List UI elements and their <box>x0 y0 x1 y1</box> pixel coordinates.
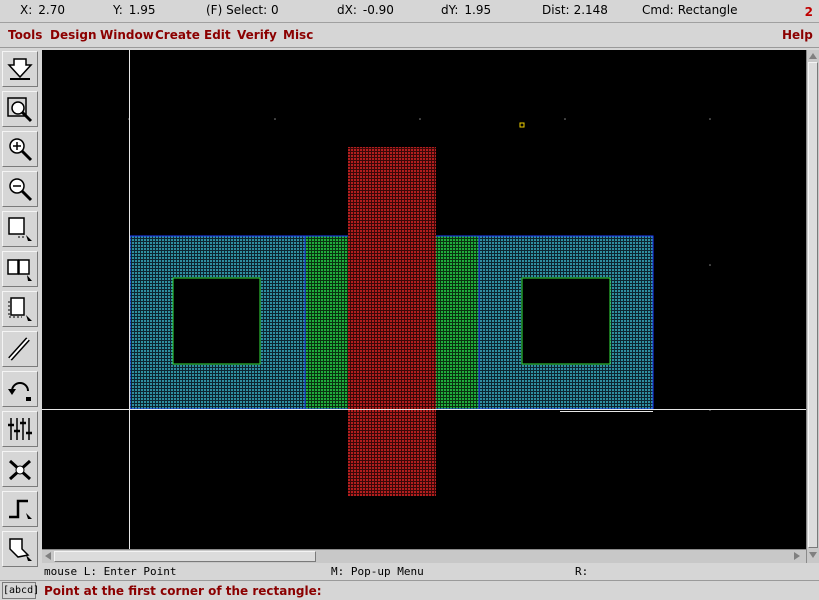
zoom-out-button[interactable] <box>2 171 38 207</box>
x-coordinate: X: 2.70 <box>20 3 65 17</box>
window-number: 2 <box>804 5 813 19</box>
vertical-scroll-thumb[interactable] <box>808 62 818 548</box>
path-icon <box>8 337 30 361</box>
menu-tools[interactable]: Tools <box>8 28 42 42</box>
mouse-middle-hint: M: Pop-up Menu <box>331 565 424 578</box>
instance-button[interactable] <box>2 451 38 487</box>
menu-create[interactable]: Create <box>155 28 200 42</box>
delta-x: dX: -0.90 <box>337 3 394 17</box>
menu-design[interactable]: Design <box>50 28 97 42</box>
scroll-right-icon[interactable] <box>794 552 800 560</box>
menu-edit[interactable]: Edit <box>204 28 231 42</box>
move-button[interactable] <box>2 291 38 327</box>
zoom-out-icon <box>9 178 33 202</box>
path-button[interactable] <box>2 331 38 367</box>
horizontal-scrollbar[interactable] <box>42 549 806 563</box>
menu-window[interactable]: Window <box>100 28 154 42</box>
wire-button[interactable] <box>2 491 38 527</box>
contact-left <box>172 277 261 365</box>
menu-misc[interactable]: Misc <box>283 28 313 42</box>
wire-icon <box>9 499 32 519</box>
scroll-up-icon[interactable] <box>809 53 817 59</box>
copy-icon <box>7 259 32 281</box>
distance: Dist: 2.148 <box>542 3 608 17</box>
poly-gate <box>348 147 436 496</box>
horizontal-scroll-thumb[interactable] <box>54 551 316 562</box>
zoom-in-button[interactable] <box>2 131 38 167</box>
zoom-fit-button[interactable] <box>2 91 38 127</box>
polygon-button[interactable] <box>2 531 38 567</box>
undo-icon <box>8 382 31 401</box>
tool-palette <box>0 49 40 600</box>
status-bar: X: 2.70 Y: 1.95 (F) Select: 0 dX: -0.90 dY:… <box>0 0 819 23</box>
stretch-icon <box>8 217 32 241</box>
current-command: Cmd: Rectangle <box>642 3 738 17</box>
save-icon <box>7 58 33 80</box>
menu-verify[interactable]: Verify <box>237 28 277 42</box>
layout-canvas[interactable] <box>42 50 806 549</box>
scroll-down-icon[interactable] <box>809 552 817 558</box>
zoom-in-icon <box>9 138 33 162</box>
mouse-bindings: mouse L: Enter Point M: Pop-up Menu R: <box>42 563 819 580</box>
zoom-fit-icon <box>7 97 33 123</box>
copy-button[interactable] <box>2 251 38 287</box>
select-count: (F) Select: 0 <box>206 3 279 17</box>
polygon-icon <box>9 538 32 561</box>
stretch-button[interactable] <box>2 211 38 247</box>
scroll-left-icon[interactable] <box>45 552 51 560</box>
instance-icon <box>8 459 32 481</box>
property-icon <box>8 418 32 440</box>
command-prompt: Point at the first corner of the rectang… <box>44 584 322 598</box>
text-entry-button[interactable]: [abcd] <box>2 582 39 599</box>
y-coordinate: Y: 1.95 <box>113 3 156 17</box>
menu-help[interactable]: Help <box>782 28 813 42</box>
mouse-right-hint: R: <box>575 565 589 578</box>
move-icon <box>8 297 32 321</box>
menu-bar: Tools Design Window Create Edit Verify M… <box>0 24 819 48</box>
save-button[interactable] <box>2 51 38 87</box>
vertical-scrollbar[interactable] <box>806 50 819 563</box>
delta-y: dY: 1.95 <box>441 3 492 17</box>
property-button[interactable] <box>2 411 38 447</box>
prompt-line: [abcd] Point at the first corner of the … <box>0 580 819 600</box>
mouse-left-hint: mouse L: Enter Point <box>44 565 177 578</box>
layout-drawing[interactable] <box>42 50 806 549</box>
undo-button[interactable] <box>2 371 38 407</box>
contact-right <box>521 277 611 365</box>
origin-marker <box>519 122 525 128</box>
